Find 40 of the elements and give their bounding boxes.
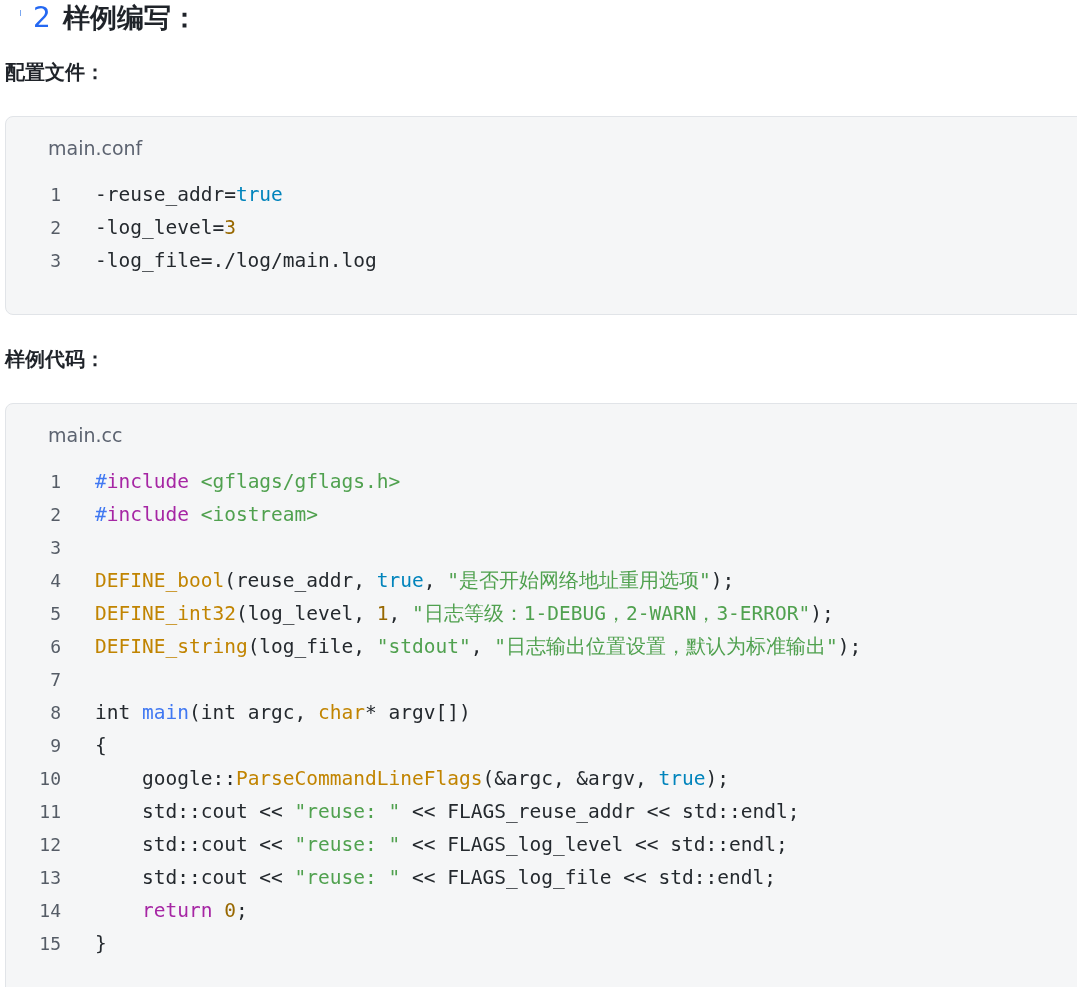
line-number: 5	[49, 603, 61, 624]
subsection-title: 配置文件：	[4, 59, 106, 86]
code-line: #include <iostream>	[95, 501, 319, 528]
line-number: 15	[38, 933, 61, 954]
code-line: std::cout << "reuse: " << FLAGS_log_level << std::endl;	[140, 831, 788, 858]
line-number: 6	[49, 636, 61, 657]
code-line: DEFINE_bool(reuse_addr, true, "是否开始网络地址重用选项");	[95, 567, 735, 594]
code-line: google::ParseCommandLineFlags(&argc, &argv, true);	[140, 765, 729, 792]
code-line: }	[95, 930, 107, 957]
file-name: main.cc	[47, 423, 124, 448]
line-number: 1	[49, 184, 61, 205]
code-line: DEFINE_int32(log_level, 1, "日志等级：1-DEBUG，2-WARN，3-ERROR");	[95, 600, 834, 627]
heading-number: 2	[33, 0, 51, 36]
line-number: 1	[49, 471, 61, 492]
line-number: 11	[38, 801, 61, 822]
line-number: 8	[49, 702, 61, 723]
code-line: -log_file=./log/main.log	[95, 247, 377, 274]
line-number: 13	[38, 867, 61, 888]
code-line: #include <gflags/gflags.h>	[95, 468, 401, 495]
code-line: DEFINE_string(log_file, "stdout", "日志输出位置设置，默认为标准输出");	[95, 633, 862, 660]
code-line: -reuse_addr=true	[95, 181, 283, 208]
line-number: 4	[49, 570, 61, 591]
section-heading: 样例编写：	[62, 1, 198, 35]
file-name: main.conf	[47, 136, 144, 161]
line-number: 12	[38, 834, 61, 855]
line-number: 9	[49, 735, 61, 756]
code-line: -log_level=3	[95, 214, 236, 241]
code-line: std::cout << "reuse: " << FLAGS_reuse_addr << std::endl;	[140, 798, 800, 825]
code-line: int main(int argc, char* argv[])	[95, 699, 471, 726]
line-number: 2	[49, 504, 61, 525]
subsection-title: 样例代码：	[3, 346, 106, 373]
code-line: {	[95, 732, 107, 759]
code-line: std::cout << "reuse: " << FLAGS_log_file << std::endl;	[140, 864, 776, 891]
line-number: 3	[49, 537, 61, 558]
line-number: 3	[49, 250, 61, 271]
code-line: return 0;	[140, 897, 248, 924]
line-number: 2	[49, 217, 61, 238]
line-number: 14	[38, 900, 61, 921]
line-number: 10	[38, 768, 61, 789]
line-number: 7	[49, 669, 61, 690]
